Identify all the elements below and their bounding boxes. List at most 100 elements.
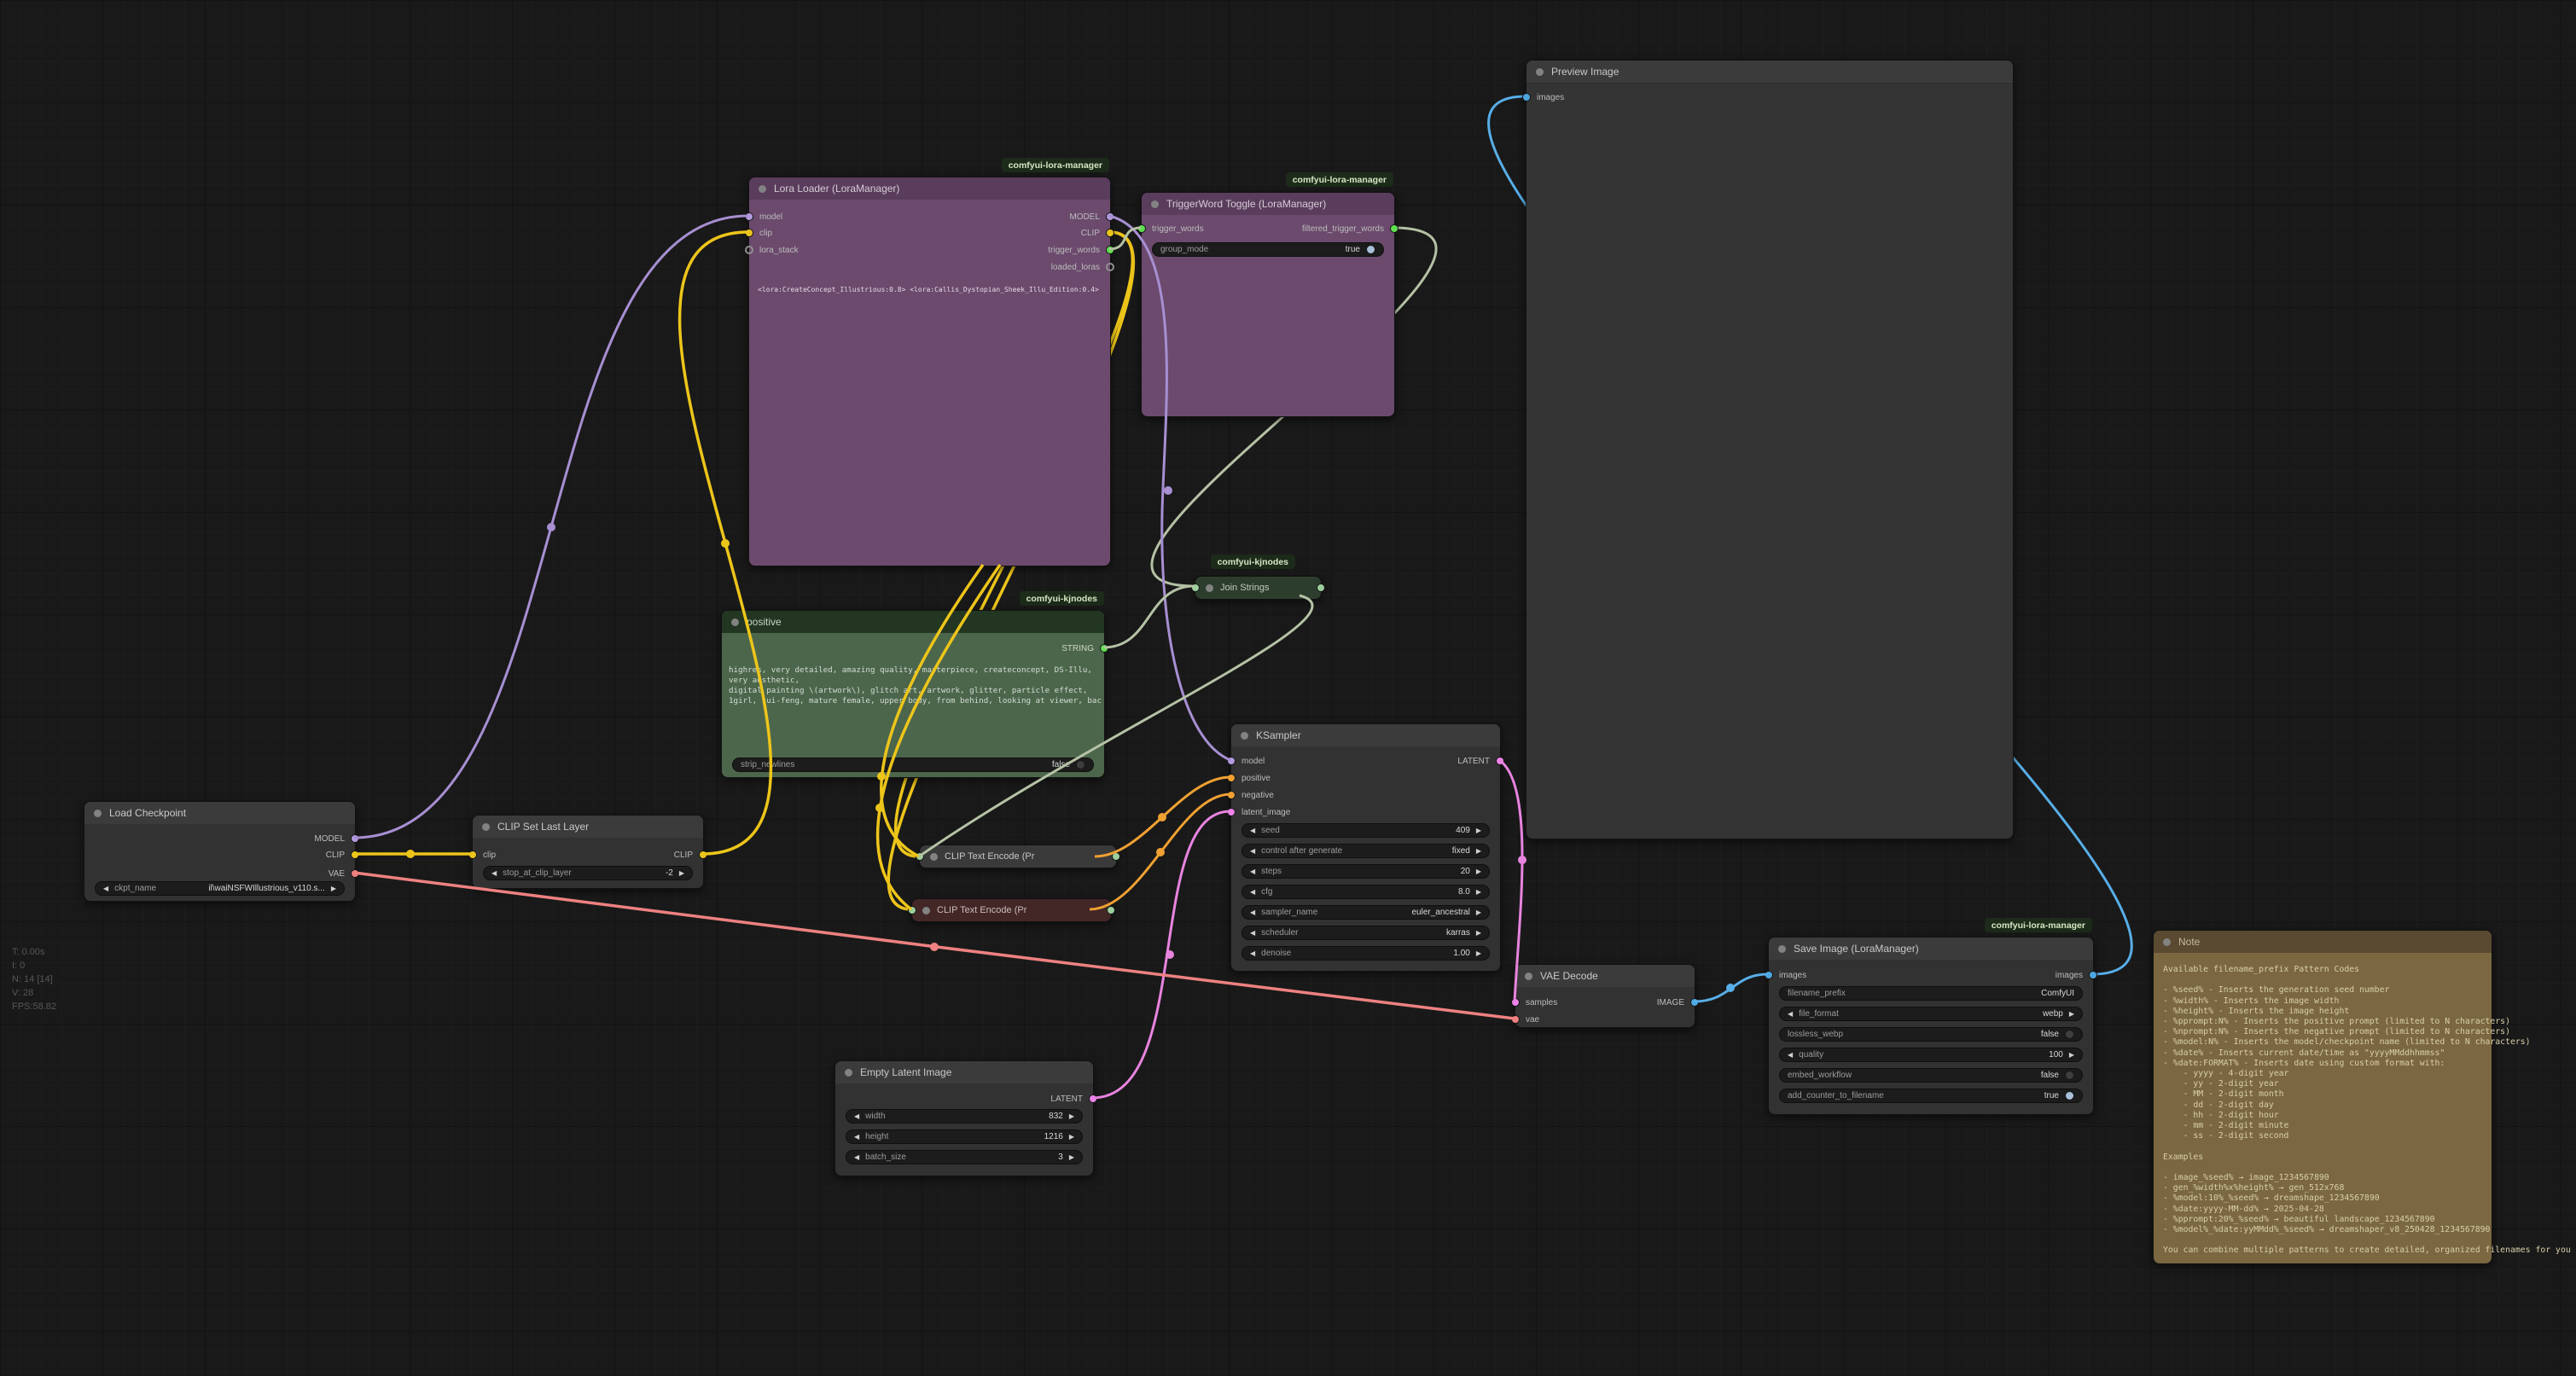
quality-widget[interactable]: ◀ quality 100 ▶ xyxy=(1779,1048,2083,1062)
seed-widget[interactable]: ◀ seed 409 ▶ xyxy=(1241,823,1490,838)
next-arrow-icon[interactable]: ▶ xyxy=(1476,868,1481,875)
toggle-off-icon[interactable] xyxy=(2065,1030,2074,1039)
node-title-bar[interactable]: Load Checkpoint xyxy=(84,802,355,824)
next-arrow-icon[interactable]: ▶ xyxy=(1476,827,1481,834)
collapse-dot-icon[interactable] xyxy=(759,185,766,193)
prev-arrow-icon[interactable]: ◀ xyxy=(1250,848,1255,855)
node-load-checkpoint[interactable]: Load Checkpoint MODEL CLIP VAE ◀ ckpt_na… xyxy=(84,801,356,902)
collapse-dot-icon[interactable] xyxy=(930,853,938,861)
input-latent-image[interactable]: latent_image xyxy=(1227,806,1290,818)
embed-workflow-toggle[interactable]: embed_workflow false xyxy=(1779,1068,2083,1083)
sampler-name-widget[interactable]: ◀ sampler_name euler_ancestral ▶ xyxy=(1241,905,1490,920)
input-clip[interactable]: clip xyxy=(468,849,496,861)
prev-arrow-icon[interactable]: ◀ xyxy=(1250,930,1255,937)
lora-text-area[interactable]: <lora:CreateConcept_Illustrious:0.8> <lo… xyxy=(758,286,1105,559)
node-title-bar[interactable]: KSampler xyxy=(1231,724,1500,746)
node-title-bar[interactable]: Note xyxy=(2154,931,2492,953)
next-arrow-icon[interactable]: ▶ xyxy=(1476,889,1481,896)
node-triggerword-toggle[interactable]: TriggerWord Toggle (LoraManager) trigger… xyxy=(1141,192,1395,417)
lossless-webp-toggle[interactable]: lossless_webp false xyxy=(1779,1027,2083,1042)
node-positive-string[interactable]: positive STRING highres, very detailed, … xyxy=(721,610,1105,778)
next-arrow-icon[interactable]: ▶ xyxy=(1476,909,1481,916)
output-clip[interactable]: CLIP xyxy=(674,849,707,861)
add-counter-to-filename-toggle[interactable]: add_counter_to_filename true xyxy=(1779,1089,2083,1103)
output-latent[interactable]: LATENT xyxy=(1457,755,1504,767)
input-samples[interactable]: samples xyxy=(1511,996,1557,1008)
batch-size-widget[interactable]: ◀ batch_size 3 ▶ xyxy=(846,1150,1083,1164)
input-negative[interactable]: negative xyxy=(1227,789,1274,801)
filename-prefix-widget[interactable]: filename_prefix ComfyUI xyxy=(1779,986,2083,1001)
collapsed-output-icon[interactable] xyxy=(1107,906,1115,914)
collapse-dot-icon[interactable] xyxy=(1241,732,1248,740)
next-arrow-icon[interactable]: ▶ xyxy=(1476,848,1481,855)
prev-arrow-icon[interactable]: ◀ xyxy=(491,870,497,877)
node-clip-text-encode-positive[interactable]: CLIP Text Encode (Pr xyxy=(919,845,1117,868)
prev-arrow-icon[interactable]: ◀ xyxy=(1788,1052,1793,1059)
node-lora-loader[interactable]: Lora Loader (LoraManager) model clip lor… xyxy=(748,177,1111,566)
width-widget[interactable]: ◀ width 832 ▶ xyxy=(846,1109,1083,1123)
collapse-dot-icon[interactable] xyxy=(1525,972,1532,980)
output-model[interactable]: MODEL xyxy=(314,833,359,845)
group-mode-toggle[interactable]: group_mode true xyxy=(1152,242,1384,257)
prev-arrow-icon[interactable]: ◀ xyxy=(1250,868,1255,875)
collapsed-input-icon[interactable] xyxy=(1191,583,1200,592)
input-positive[interactable]: positive xyxy=(1227,772,1271,784)
output-images[interactable]: images xyxy=(2056,969,2097,981)
input-images[interactable]: images xyxy=(1765,969,1806,981)
input-trigger-words[interactable]: trigger_words xyxy=(1137,223,1204,235)
node-title-bar[interactable]: Empty Latent Image xyxy=(835,1061,1093,1083)
prev-arrow-icon[interactable]: ◀ xyxy=(854,1134,859,1141)
node-save-image[interactable]: Save Image (LoraManager) images images f… xyxy=(1768,937,2094,1115)
input-clip[interactable]: clip xyxy=(745,227,772,239)
collapse-dot-icon[interactable] xyxy=(1536,68,1544,76)
input-model[interactable]: model xyxy=(1227,755,1265,767)
prev-arrow-icon[interactable]: ◀ xyxy=(854,1154,859,1161)
cfg-widget[interactable]: ◀ cfg 8.0 ▶ xyxy=(1241,885,1490,899)
collapse-dot-icon[interactable] xyxy=(1206,584,1213,592)
next-arrow-icon[interactable]: ▶ xyxy=(1476,950,1481,957)
node-clip-set-last-layer[interactable]: CLIP Set Last Layer clip CLIP ◀ stop_at_… xyxy=(472,815,704,889)
prompt-text-area[interactable]: highres, very detailed, amazing quality,… xyxy=(729,665,1102,754)
stop-at-clip-layer-widget[interactable]: ◀ stop_at_clip_layer -2 ▶ xyxy=(483,866,693,880)
node-join-strings[interactable]: Join Strings xyxy=(1195,576,1322,600)
node-title-bar[interactable]: VAE Decode xyxy=(1515,965,1695,987)
note-text-area[interactable]: Available filename_prefix Pattern Codes … xyxy=(2163,965,2571,1257)
toggle-off-icon[interactable] xyxy=(1076,760,1085,769)
height-widget[interactable]: ◀ height 1216 ▶ xyxy=(846,1129,1083,1144)
collapse-dot-icon[interactable] xyxy=(845,1069,852,1077)
next-arrow-icon[interactable]: ▶ xyxy=(2069,1052,2074,1059)
file-format-widget[interactable]: ◀ file_format webp ▶ xyxy=(1779,1007,2083,1021)
next-arrow-icon[interactable]: ▶ xyxy=(679,870,684,877)
node-vae-decode[interactable]: VAE Decode samples vae IMAGE xyxy=(1515,964,1695,1028)
collapse-dot-icon[interactable] xyxy=(1151,200,1159,208)
output-loaded-loras[interactable]: loaded_loras xyxy=(1051,261,1114,273)
collapsed-input-icon[interactable] xyxy=(908,906,916,914)
input-vae[interactable]: vae xyxy=(1511,1013,1539,1025)
node-title-bar[interactable]: Preview Image xyxy=(1526,61,2013,84)
node-ksampler[interactable]: KSampler model positive negative latent_… xyxy=(1230,723,1501,972)
prev-arrow-icon[interactable]: ◀ xyxy=(1250,889,1255,896)
denoise-widget[interactable]: ◀ denoise 1.00 ▶ xyxy=(1241,946,1490,961)
prev-arrow-icon[interactable]: ◀ xyxy=(1250,909,1255,916)
node-graph-canvas[interactable]: T: 0.00s I: 0 N: 14 [14] V: 28 FPS:58.82… xyxy=(0,0,2576,1376)
output-clip[interactable]: CLIP xyxy=(1081,227,1114,239)
strip-newlines-toggle[interactable]: strip_newlines false xyxy=(732,758,1094,772)
next-arrow-icon[interactable]: ▶ xyxy=(1069,1113,1074,1120)
next-arrow-icon[interactable]: ▶ xyxy=(331,885,336,892)
collapse-dot-icon[interactable] xyxy=(2163,938,2171,946)
next-arrow-icon[interactable]: ▶ xyxy=(1069,1134,1074,1141)
node-preview-image[interactable]: Preview Image images xyxy=(1526,60,2014,839)
output-vae[interactable]: VAE xyxy=(329,868,359,880)
output-image[interactable]: IMAGE xyxy=(1657,996,1699,1008)
input-lora-stack[interactable]: lora_stack xyxy=(745,244,799,256)
output-clip[interactable]: CLIP xyxy=(326,849,359,861)
collapse-dot-icon[interactable] xyxy=(731,618,739,626)
collapsed-output-icon[interactable] xyxy=(1112,852,1120,861)
collapse-dot-icon[interactable] xyxy=(482,823,490,831)
node-title-bar[interactable]: Lora Loader (LoraManager) xyxy=(749,177,1110,200)
output-filtered-trigger-words[interactable]: filtered_trigger_words xyxy=(1302,223,1398,235)
next-arrow-icon[interactable]: ▶ xyxy=(1069,1154,1074,1161)
node-empty-latent-image[interactable]: Empty Latent Image LATENT ◀ width 832 ▶ … xyxy=(834,1060,1094,1176)
toggle-on-icon[interactable] xyxy=(2065,1091,2074,1100)
toggle-on-icon[interactable] xyxy=(1366,245,1375,254)
